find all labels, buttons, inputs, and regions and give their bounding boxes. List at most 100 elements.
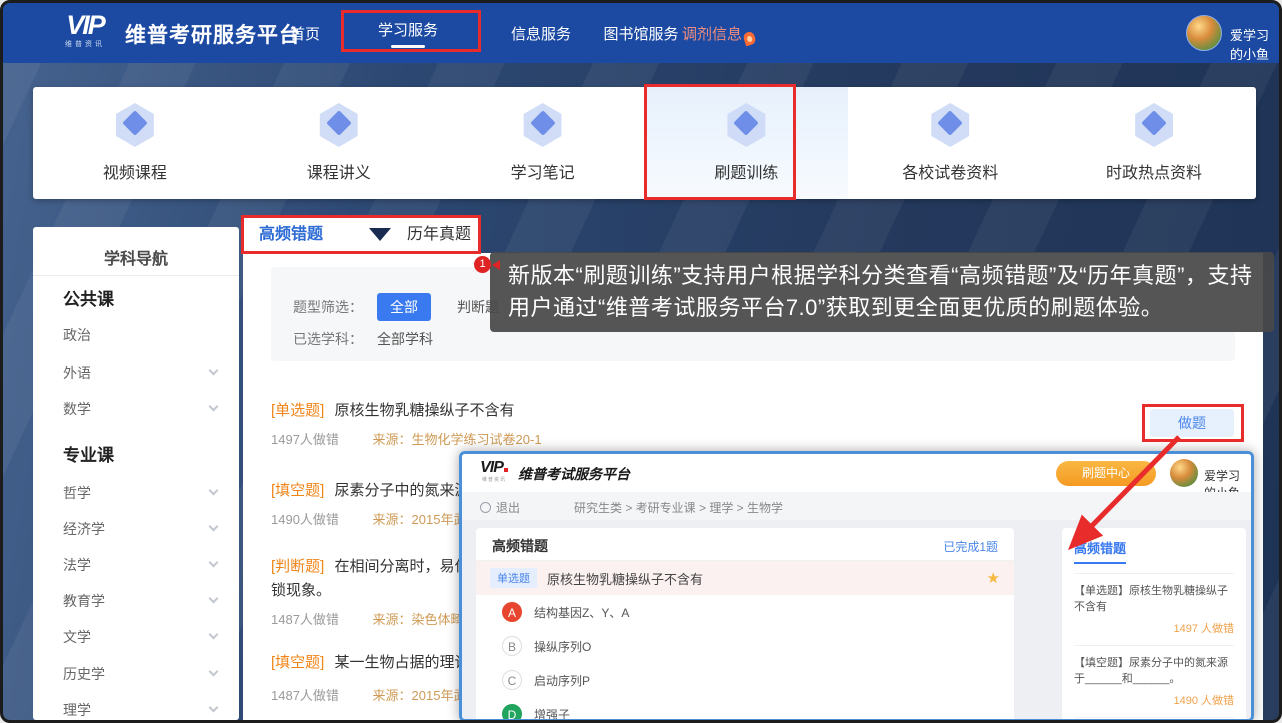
service-lecture-notes[interactable]: 课程讲义 (237, 87, 441, 199)
wrong-count: 1497人做错 (271, 432, 339, 447)
current-affairs-icon (1132, 103, 1176, 147)
vip-logo-mark: VIP (476, 460, 512, 476)
chevron-down-icon (209, 558, 219, 568)
option-letter-badge: C (502, 670, 522, 690)
filter-type-row: 题型筛选： 全部 判断题 (293, 293, 499, 321)
question-type-tag: [填空题] (271, 482, 324, 499)
service-study-notes[interactable]: 学习笔记 (441, 87, 645, 199)
sidebar-group-professional: 专业课 (63, 441, 114, 466)
vip-logo[interactable]: VIP 维普资讯 (53, 11, 117, 49)
tab-notch-triangle (369, 228, 391, 241)
practice-center-button[interactable]: 刷题中心 (1056, 461, 1156, 486)
side-question-item[interactable]: 【单选题】原核生物乳糖操纵子不含有 1497 人做错 (1074, 573, 1234, 636)
vip-logo-subtext: 维普资讯 (476, 476, 512, 483)
wrong-count: 1487人做错 (271, 688, 339, 703)
service-question-practice[interactable]: 刷题训练 (644, 87, 848, 199)
popup-header: VIP 维普资讯 维普考试服务平台 刷题中心 爱学习的小鱼 (462, 454, 1251, 492)
service-video-courses[interactable]: 视频课程 (33, 87, 237, 199)
service-current-affairs[interactable]: 时政热点资料 (1052, 87, 1256, 199)
username[interactable]: 爱学习的小鱼 (1230, 25, 1279, 63)
vip-logo-mark: VIP (53, 11, 117, 39)
sidebar-item-philosophy[interactable]: 哲学 (63, 483, 223, 503)
tab-bar: 高频错题 历年真题 (243, 217, 479, 253)
sidebar-item-math[interactable]: 数学 (63, 399, 223, 419)
question-practice-icon (724, 103, 768, 147)
nav-label: 信息服务 (511, 23, 571, 44)
question-type-tag: [单选题] (271, 402, 324, 419)
chevron-down-icon (209, 594, 219, 604)
do-question-button[interactable]: 做题 (1150, 409, 1234, 437)
tab-past-papers[interactable]: 历年真题 (407, 217, 471, 253)
service-school-papers[interactable]: 各校试卷资料 (848, 87, 1052, 199)
school-papers-icon (928, 103, 972, 147)
side-question-item[interactable]: 【单选题】下列关于朊病毒粒的组成部分的是 1488 人做错 (1074, 717, 1234, 722)
sidebar-item-education[interactable]: 教育学 (63, 591, 223, 611)
annotation-caret (492, 260, 500, 270)
option-b[interactable]: B 操纵序列O (476, 629, 1014, 663)
tab-frequent-errors[interactable]: 高频错题 (259, 217, 323, 253)
exit-link[interactable]: 退出 (480, 499, 520, 516)
filter-subject-label: 已选学科： (293, 329, 363, 349)
option-c[interactable]: C 启动序列P (476, 663, 1014, 697)
subject-sidebar: 学科导航 公共课 政治 外语 数学 专业课 哲学 经济学 法学 教育学 文学 历… (33, 227, 239, 720)
wrong-count: 1490人做错 (271, 512, 339, 527)
active-nav-underline (391, 45, 425, 48)
filter-subject-row: 已选学科： 全部学科 (293, 329, 433, 349)
app-window: VIP 维普资讯 维普考研服务平台 首页 学习服务 信息服务 图书馆服务 调剂信… (0, 0, 1282, 723)
completed-count-link[interactable]: 已完成1题 (943, 538, 998, 555)
chevron-down-icon (209, 703, 219, 713)
question-item-title[interactable]: [单选题] 原核生物乳糖操纵子不含有 (271, 399, 515, 420)
option-a[interactable]: A 结构基因Z、Y、A (476, 595, 1014, 629)
nav-item-info-services[interactable]: 信息服务 (508, 3, 574, 63)
nav-label: 图书馆服务 (603, 23, 678, 44)
sidebar-item-law[interactable]: 法学 (63, 555, 223, 575)
lecture-notes-icon (317, 103, 361, 147)
sidebar-item-science[interactable]: 理学 (63, 700, 223, 720)
exam-platform-popup: VIP 维普资讯 维普考试服务平台 刷题中心 爱学习的小鱼 退出 研究生类 > … (459, 451, 1254, 722)
favorite-star-icon[interactable] (987, 569, 1000, 587)
sidebar-item-foreign-language[interactable]: 外语 (63, 363, 223, 383)
chevron-down-icon (209, 366, 219, 376)
sidebar-item-politics[interactable]: 政治 (63, 325, 223, 345)
nav-item-study-services[interactable]: 学习服务 (375, 3, 441, 63)
nav-item-transfer-info[interactable]: 调剂信息 (679, 3, 745, 63)
chevron-down-icon (209, 486, 219, 496)
nav-item-library-services[interactable]: 图书馆服务 (601, 3, 681, 63)
sidebar-item-literature[interactable]: 文学 (63, 627, 223, 647)
breadcrumb: 研究生类 > 考研专业课 > 理学 > 生物学 (574, 499, 783, 516)
question-type-tag: [填空题] (271, 654, 324, 671)
exit-icon (480, 502, 491, 513)
nav-item-home[interactable]: 首页 (283, 3, 327, 63)
question-type-tag: 单选题 (490, 568, 537, 588)
sidebar-item-economics[interactable]: 经济学 (63, 519, 223, 539)
popup-question-card: 高频错题 已完成1题 单选题 原核生物乳糖操纵子不含有 A 结构基因Z、Y、A … (476, 528, 1014, 722)
study-notes-icon (521, 103, 565, 147)
chevron-down-icon (209, 402, 219, 412)
service-label: 各校试卷资料 (902, 159, 998, 183)
sidebar-title: 学科导航 (33, 245, 239, 269)
question-source: 来源：生物化学练习试卷20-1 (373, 432, 542, 447)
brand-title: 维普考研服务平台 (125, 19, 301, 49)
popup-user-avatar[interactable] (1170, 459, 1198, 487)
nav-label: 首页 (290, 23, 320, 44)
wrong-count: 1487人做错 (271, 612, 339, 627)
side-question-item[interactable]: 【填空题】尿素分子中的氮来源于______和______。 1490 人做错 (1074, 645, 1234, 708)
sidebar-group-public: 公共课 (63, 285, 114, 310)
filter-subject-value: 全部学科 (377, 329, 433, 349)
nav-label: 调剂信息 (682, 26, 742, 43)
divider (33, 275, 239, 276)
annotation-step-badge: 1 (474, 256, 491, 273)
popup-question-row: 单选题 原核生物乳糖操纵子不含有 (476, 561, 1014, 595)
filter-all-button[interactable]: 全部 (377, 293, 431, 321)
sidebar-item-history[interactable]: 历史学 (63, 664, 223, 684)
wrong-count: 1490 人做错 (1074, 692, 1234, 708)
user-avatar[interactable] (1186, 15, 1222, 51)
chevron-down-icon (209, 522, 219, 532)
service-label: 视频课程 (103, 159, 167, 183)
popup-body: 高频错题 已完成1题 单选题 原核生物乳糖操纵子不含有 A 结构基因Z、Y、A … (462, 520, 1251, 719)
filter-type-label: 题型筛选： (293, 297, 363, 317)
service-label: 课程讲义 (307, 159, 371, 183)
service-label: 时政热点资料 (1106, 159, 1202, 183)
option-d[interactable]: D 增强子 (476, 697, 1014, 722)
option-letter-badge: A (502, 602, 522, 622)
